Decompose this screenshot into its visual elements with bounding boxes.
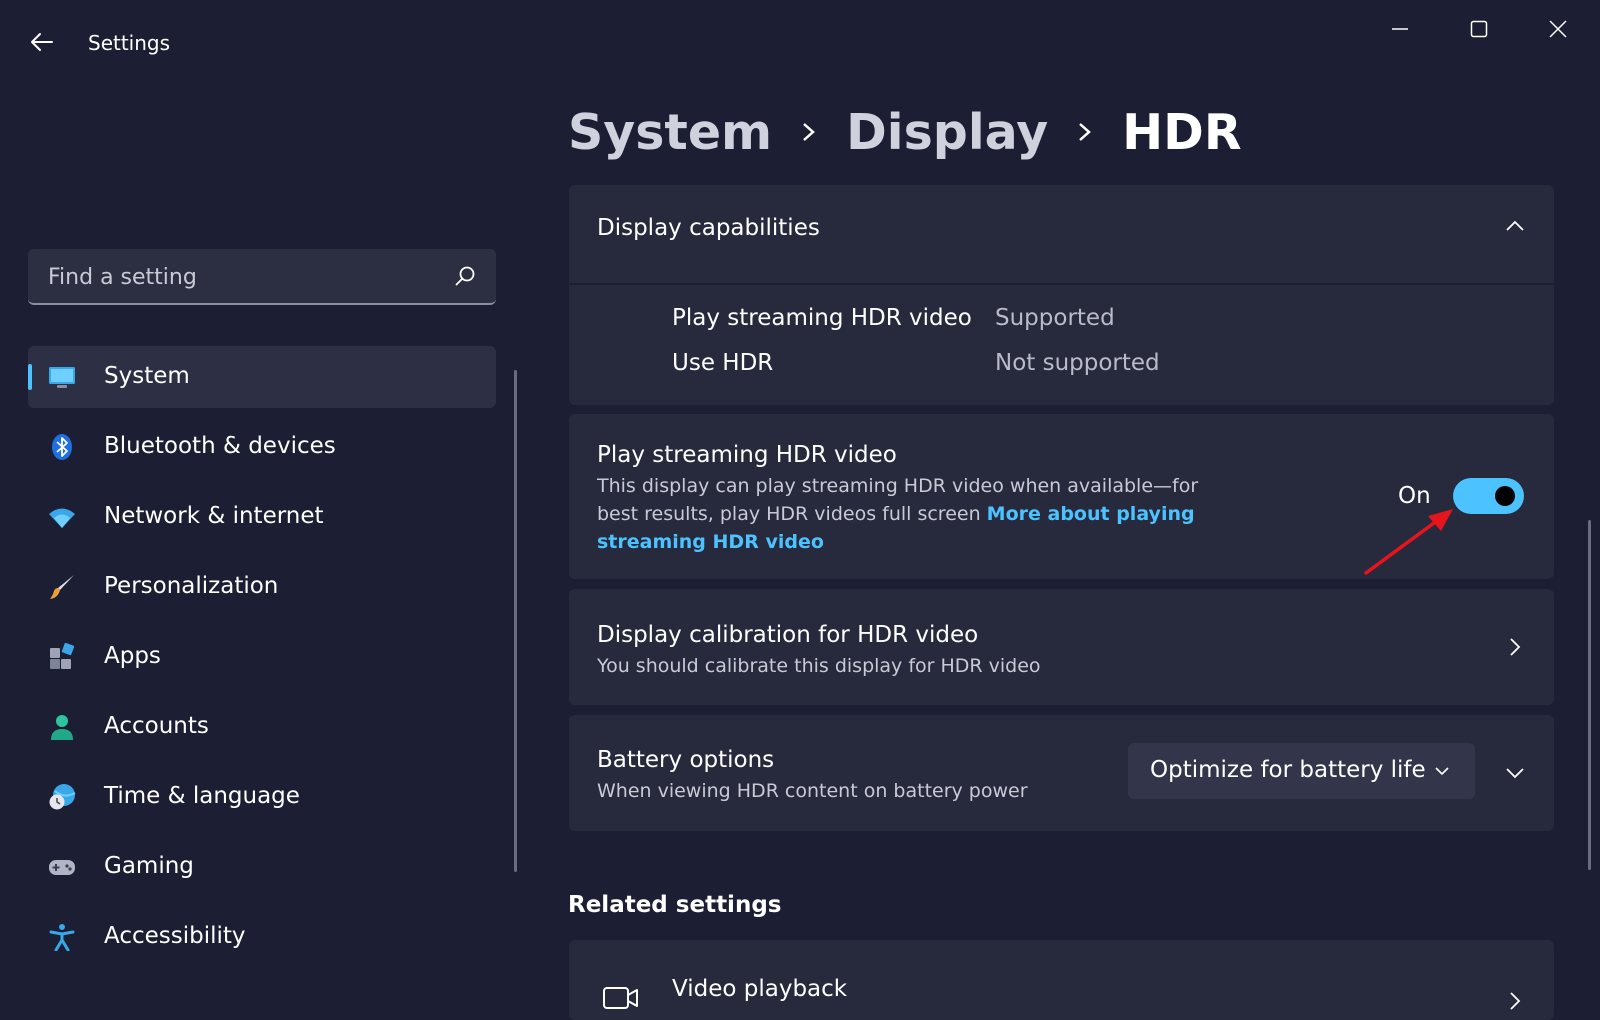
battery-options-title: Battery options (597, 747, 775, 773)
sidebar-item-label: Accessibility (104, 923, 246, 949)
sidebar-item-apps[interactable]: Apps (28, 626, 496, 688)
maximize-button[interactable] (1455, 14, 1503, 44)
battery-options-subtitle: When viewing HDR content on battery powe… (597, 780, 1028, 802)
calibration-card[interactable]: Display calibration for HDR video You sh… (569, 589, 1554, 705)
arrow-left-icon (31, 33, 53, 51)
toggle-knob (1495, 486, 1515, 506)
maximize-icon (1470, 20, 1488, 38)
close-icon (1549, 20, 1567, 38)
capabilities-header[interactable]: Display capabilities (569, 185, 1554, 283)
main-scrollbar[interactable] (1588, 520, 1591, 870)
search-input[interactable] (46, 259, 450, 295)
breadcrumb-system[interactable]: System (568, 104, 772, 161)
battery-options-dropdown[interactable]: Optimize for battery life (1128, 743, 1475, 799)
calibration-subtitle: You should calibrate this display for HD… (597, 655, 1041, 677)
capabilities-title: Display capabilities (597, 215, 820, 241)
close-button[interactable] (1534, 14, 1582, 44)
video-playback-label: Video playback (672, 976, 848, 1002)
accessibility-icon (49, 924, 75, 951)
breadcrumb: System Display HDR (568, 100, 1242, 164)
streaming-hdr-title: Play streaming HDR video (597, 442, 897, 468)
calibration-title: Display calibration for HDR video (597, 622, 979, 648)
video-camera-icon (603, 987, 638, 1009)
sidebar-item-accessibility[interactable]: Accessibility (28, 906, 496, 968)
sidebar-item-bluetooth[interactable]: Bluetooth & devices (28, 416, 496, 478)
sidebar-item-network[interactable]: Network & internet (28, 486, 496, 548)
chevron-right-icon (1510, 638, 1521, 656)
annotation-arrow (1364, 509, 1453, 575)
related-settings-heading: Related settings (568, 892, 782, 918)
search-icon[interactable] (454, 265, 476, 287)
sidebar-item-label: Gaming (104, 853, 194, 879)
chevron-right-icon (803, 123, 816, 141)
active-indicator (28, 364, 32, 390)
minimize-button[interactable] (1376, 14, 1424, 44)
sidebar-item-personalization[interactable]: Personalization (28, 556, 496, 618)
person-icon (51, 715, 73, 740)
back-button[interactable] (28, 30, 56, 54)
sidebar-item-label: Network & internet (104, 503, 324, 529)
brush-icon (50, 575, 74, 599)
minimize-icon (1392, 28, 1408, 30)
capability-value: Supported (995, 305, 1115, 331)
streaming-hdr-description: This display can play streaming HDR vide… (597, 472, 1217, 556)
sidebar-item-time-language[interactable]: Time & language (28, 766, 496, 828)
sidebar-item-label: Accounts (104, 713, 209, 739)
chevron-down-icon[interactable] (1504, 762, 1526, 784)
sidebar-item-label: Personalization (104, 573, 279, 599)
chevron-right-icon (1079, 123, 1092, 141)
window-title: Settings (88, 31, 171, 55)
gamepad-icon (49, 860, 75, 875)
bluetooth-icon (52, 434, 72, 460)
dropdown-selected-value: Optimize for battery life (1150, 757, 1426, 783)
breadcrumb-display[interactable]: Display (846, 104, 1048, 161)
sidebar-item-gaming[interactable]: Gaming (28, 836, 496, 898)
sidebar-item-label: Bluetooth & devices (104, 433, 336, 459)
chevron-right-icon (1510, 992, 1521, 1010)
capabilities-body (569, 285, 1554, 405)
sidebar-scrollbar[interactable] (514, 370, 517, 872)
sidebar-item-accounts[interactable]: Accounts (28, 696, 496, 758)
capability-value: Not supported (995, 350, 1160, 376)
chevron-down-icon (1435, 767, 1449, 776)
monitor-icon (49, 367, 75, 388)
apps-icon (50, 643, 75, 669)
chevron-up-icon[interactable] (1504, 215, 1526, 237)
page-title: HDR (1122, 103, 1242, 161)
sidebar-item-system[interactable]: System (28, 346, 496, 408)
sidebar-item-label: Time & language (104, 783, 300, 809)
capability-label: Play streaming HDR video (672, 305, 972, 331)
wifi-icon (49, 508, 75, 528)
globe-clock-icon (49, 784, 76, 810)
sidebar-item-label: System (104, 363, 190, 389)
search-box[interactable] (28, 249, 496, 305)
sidebar-item-label: Apps (104, 643, 161, 669)
video-playback-item[interactable]: Video playback (569, 940, 1554, 1020)
capability-label: Use HDR (672, 350, 774, 376)
